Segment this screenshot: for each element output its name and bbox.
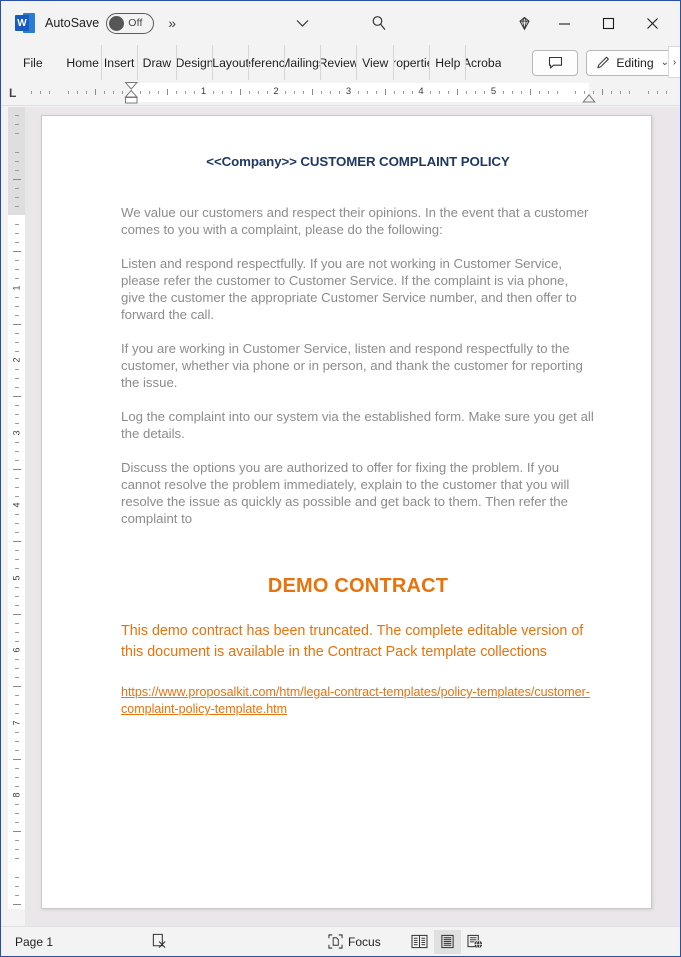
customize-quick-access-button[interactable] [285, 9, 321, 37]
read-mode-icon [411, 934, 428, 949]
document-content[interactable]: <<Company>> CUSTOMER COMPLAINT POLICY We… [121, 154, 595, 718]
focus-mode-label: Focus [348, 934, 381, 949]
ribbon-tab-bar: File Home Insert Draw Design Layout Refe… [1, 45, 680, 80]
ruler-number: 2 [11, 357, 22, 363]
document-paragraph: Log the complaint into our system via th… [121, 409, 594, 441]
ruler-number: 4 [11, 502, 22, 508]
close-icon [646, 17, 658, 29]
document-heading: <<Company>> CUSTOMER COMPLAINT POLICY [206, 154, 510, 169]
maximize-icon [602, 17, 614, 29]
proofing-errors-button[interactable] [145, 930, 174, 954]
vertical-ruler[interactable]: 1 2 3 4 5 6 7 8 [8, 107, 25, 909]
ruler-number: 3 [11, 430, 22, 436]
document-paragraph: We value our customers and respect their… [121, 205, 589, 237]
ribbon-right-controls: Editing ⌄ [532, 45, 680, 80]
demo-contract-link[interactable]: https://www.proposalkit.com/htm/legal-co… [121, 684, 595, 718]
ruler-number: 1 [11, 285, 22, 291]
web-layout-button[interactable] [461, 930, 489, 954]
document-paragraph: If you are working in Customer Service, … [121, 341, 583, 390]
ruler-number: 7 [11, 720, 22, 726]
ribbon-overflow-button[interactable]: › [668, 46, 680, 78]
demo-contract-notice: This demo contract has been truncated. T… [121, 623, 584, 660]
page-number-label[interactable]: Page 1 [15, 935, 53, 949]
tab-draw[interactable]: Draw [136, 45, 176, 80]
search-button[interactable] [361, 9, 397, 37]
web-layout-icon [467, 934, 482, 949]
comment-icon [548, 56, 562, 69]
document-canvas[interactable]: <<Company>> CUSTOMER COMPLAINT POLICY We… [25, 107, 680, 927]
tab-properties[interactable]: Properties [393, 45, 429, 80]
editing-mode-button[interactable]: Editing ⌄ [586, 49, 674, 76]
document-paragraph: Listen and respond respectfully. If you … [121, 256, 577, 322]
tab-file[interactable]: File [13, 45, 53, 80]
word-logo-letter: W [15, 15, 29, 31]
search-icon [372, 16, 385, 30]
minimize-icon [558, 22, 570, 25]
pencil-icon [597, 56, 610, 69]
demo-contract-heading: DEMO CONTRACT [267, 575, 449, 597]
right-indent-marker[interactable] [582, 94, 596, 103]
autosave-label: AutoSave [45, 16, 100, 30]
ruler-number: 5 [11, 575, 22, 581]
print-layout-button[interactable] [433, 929, 461, 954]
chevron-down-icon [296, 19, 309, 27]
horizontal-ruler[interactable]: L 1 2 3 4 5 [1, 80, 680, 106]
autosave-state-label: Off [128, 17, 143, 29]
tab-review[interactable]: Review [320, 45, 356, 80]
proofing-errors-icon [152, 933, 166, 949]
tab-design[interactable]: Design [176, 45, 212, 80]
tab-home[interactable]: Home [65, 45, 101, 80]
read-mode-button[interactable] [405, 930, 434, 954]
tab-stop-selector[interactable]: L [9, 86, 16, 100]
document-page[interactable]: <<Company>> CUSTOMER COMPLAINT POLICY We… [41, 115, 652, 909]
ribbon-tabs: File Home Insert Draw Design Layout Refe… [13, 45, 501, 80]
tab-insert[interactable]: Insert [100, 45, 137, 80]
word-logo-icon: W [15, 13, 35, 33]
ruler-number: 8 [11, 792, 22, 798]
editing-mode-label: Editing [616, 55, 654, 70]
document-paragraph: Discuss the options you are authorized t… [121, 460, 570, 526]
quick-access-more-button[interactable]: » [168, 15, 176, 31]
tab-acrobat[interactable]: Acrobat [465, 45, 501, 80]
tab-references[interactable]: References [248, 45, 284, 80]
tab-mailings[interactable]: Mailings [284, 45, 320, 80]
status-bar: Page 1 Focus [1, 926, 680, 956]
ruler-number: 2 [273, 86, 279, 97]
ruler-number: 5 [490, 86, 497, 97]
diamond-icon [518, 16, 530, 30]
ruler-number: 1 [200, 86, 207, 97]
autosave-toggle[interactable]: Off [106, 12, 155, 34]
maximize-button[interactable] [586, 7, 630, 39]
horizontal-ruler-track: 1 2 3 4 5 [31, 82, 673, 104]
ruler-number: 4 [418, 86, 424, 97]
print-layout-icon [441, 934, 454, 949]
tab-layout[interactable]: Layout [212, 45, 248, 80]
focus-mode-button[interactable]: Focus [322, 930, 387, 954]
title-bar: W AutoSave Off » [1, 1, 680, 45]
close-button[interactable] [630, 7, 674, 39]
tab-help[interactable]: Help [429, 45, 465, 80]
word-window: W AutoSave Off » File Home Insert Draw D… [0, 0, 681, 957]
indent-markers-icon[interactable] [124, 82, 139, 104]
comments-button[interactable] [532, 49, 579, 76]
ruler-number: 3 [345, 86, 352, 97]
minimize-button[interactable] [542, 7, 586, 39]
focus-icon [328, 934, 343, 949]
ruler-number: 6 [11, 647, 22, 653]
tab-view[interactable]: View [356, 45, 393, 80]
premium-features-button[interactable] [506, 9, 542, 37]
autosave-toggle-knob [109, 15, 125, 31]
